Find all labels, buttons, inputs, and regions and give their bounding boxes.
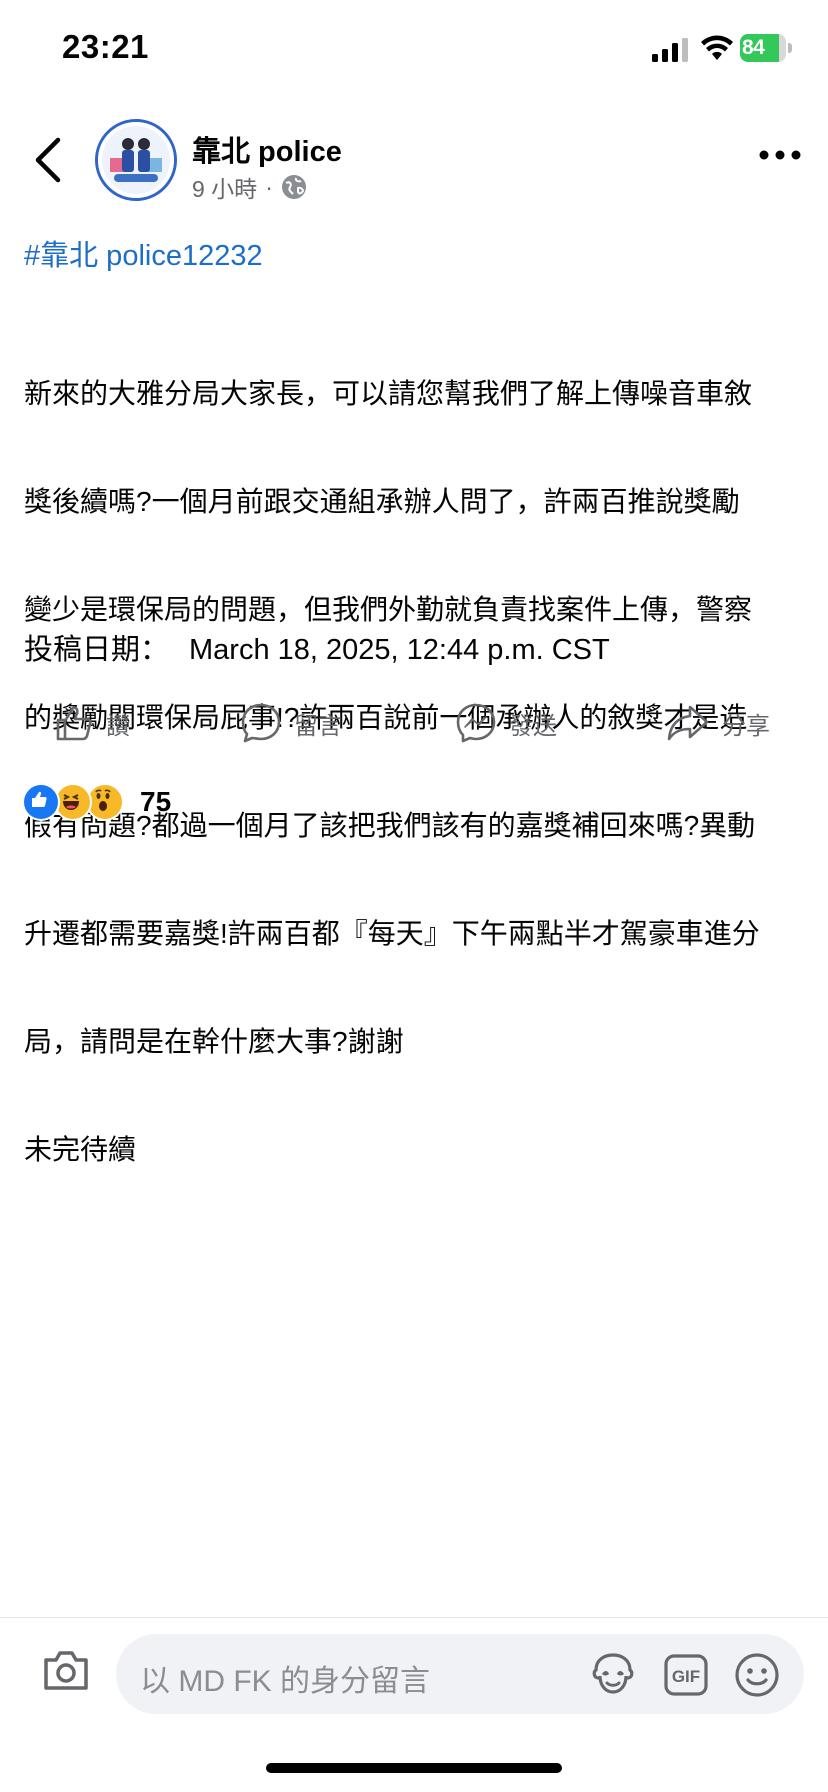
send-label: 發送 [509, 712, 557, 740]
gif-label: GIF [672, 1667, 700, 1686]
comment-label: 留言 [294, 712, 342, 740]
status-bar: 23:21 84 [0, 0, 828, 100]
comment-composer: 以 MD FK 的身分留言 GIF [0, 1617, 828, 1748]
battery-level-text: 84 [742, 36, 765, 59]
post-meta: 9 小時 · [192, 170, 307, 204]
gif-button[interactable]: GIF [664, 1654, 708, 1696]
comment-bubble-icon [241, 703, 281, 743]
battery-icon: 84 [740, 34, 792, 64]
post-body-line: 局，請問是在幹什麼大事?謝謝 [24, 1026, 404, 1057]
reaction-count: 75 [140, 786, 172, 817]
reactions-summary[interactable]: 75 [22, 782, 171, 822]
wifi-icon [701, 35, 733, 60]
home-indicator[interactable] [266, 1763, 562, 1773]
gif-icon: GIF [664, 1654, 708, 1696]
like-button[interactable]: 讚 [54, 695, 130, 751]
post-hashtag[interactable]: #靠北 police12232 [24, 232, 263, 274]
more-options-button[interactable] [758, 148, 802, 162]
post-body-line: 未完待續 [24, 1134, 137, 1165]
comment-button[interactable]: 留言 [240, 695, 342, 751]
post-date-label: 投稿日期： [24, 634, 170, 666]
page-avatar[interactable] [95, 119, 177, 201]
comment-input[interactable]: 以 MD FK 的身分留言 GIF [116, 1634, 804, 1714]
camera-button[interactable] [42, 1648, 90, 1692]
globe-icon [281, 175, 306, 199]
avatar-sticker-icon[interactable] [590, 1652, 636, 1696]
post-body-line: 升遷都需要嘉獎!許兩百都『每天』下午兩點半才駕豪車進分 [24, 918, 760, 949]
comment-placeholder: 以 MD FK 的身分留言 [140, 1665, 430, 1698]
thumbs-up-icon [56, 706, 92, 741]
post-body: 新來的大雅分局大家長，可以請您幫我們了解上傳噪音車敘 獎後續嗎?一個月前跟交通組… [24, 304, 806, 1240]
author-name[interactable]: 靠北 police [192, 128, 342, 170]
meta-separator: · [265, 173, 273, 200]
like-reaction-icon [22, 783, 60, 821]
share-button[interactable]: 分享 [666, 695, 770, 751]
send-button[interactable]: 發送 [455, 695, 557, 751]
share-label: 分享 [722, 712, 770, 740]
cellular-signal-icon [652, 38, 688, 62]
messenger-icon [456, 703, 496, 743]
post-body-line: 新來的大雅分局大家長，可以請您幫我們了解上傳噪音車敘 [24, 378, 753, 409]
like-label: 讚 [106, 712, 130, 740]
post-body-line: 獎後續嗎?一個月前跟交通組承辦人問了，許兩百推說獎勵 [24, 486, 740, 517]
post-body-line: 變少是環保局的問題，但我們外勤就負責找案件上傳，警察 [24, 594, 753, 625]
post-time-ago[interactable]: 9 小時 [192, 170, 257, 204]
post-date: 投稿日期： March 18, 2025, 12:44 p.m. CST [24, 626, 610, 668]
post-actions: 讚 留言 發送 分享 [0, 695, 828, 751]
post-detail-screen: 23:21 84 靠北 police 9 小時 · #靠北 police1223… [0, 0, 828, 1792]
emoji-icon[interactable] [734, 1652, 780, 1698]
police-mascot-icon [98, 122, 174, 198]
post-date-value: March 18, 2025, 12:44 p.m. CST [189, 634, 610, 666]
share-arrow-icon [667, 705, 709, 741]
status-time: 23:21 [62, 28, 149, 65]
back-button[interactable] [28, 134, 68, 186]
